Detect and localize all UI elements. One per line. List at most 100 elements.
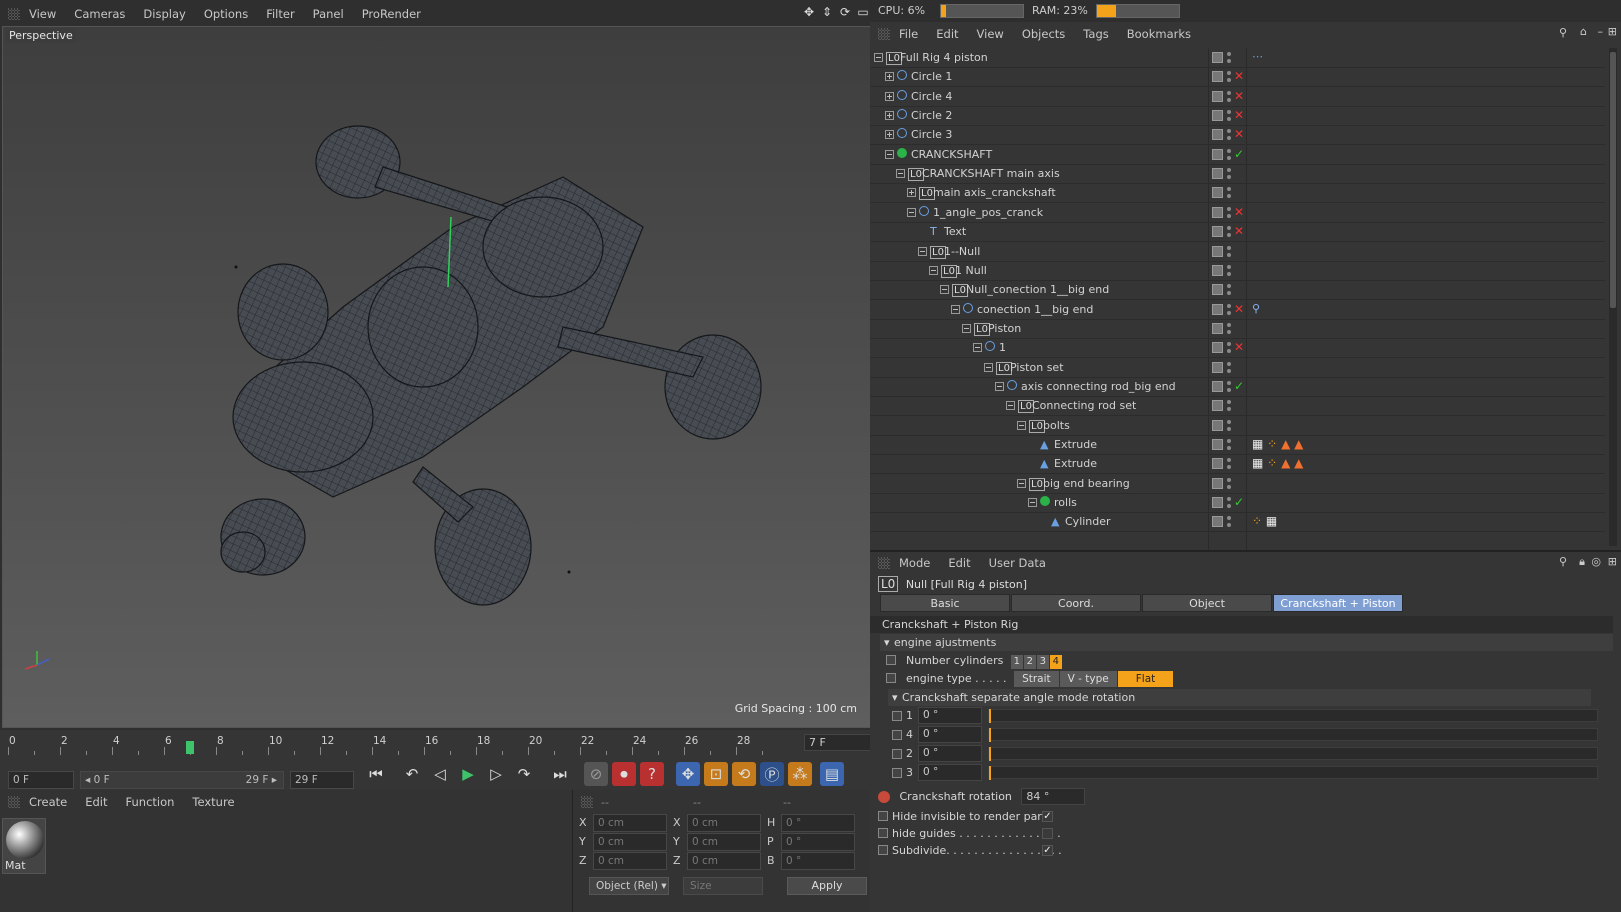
maximize-view-icon[interactable]: ▭ — [856, 5, 870, 19]
visibility-dots-icon[interactable] — [1227, 419, 1231, 432]
grip-icon[interactable] — [8, 8, 20, 20]
tab-basic[interactable]: Basic — [880, 594, 1010, 612]
coord-value-field[interactable]: 0 ° — [781, 833, 855, 851]
autokey-icon[interactable]: ? — [640, 762, 664, 786]
go-to-end-icon[interactable]: ⏭ — [548, 762, 572, 786]
play-icon[interactable]: ▶ — [456, 762, 480, 786]
cylinder-option-button[interactable]: 3 — [1036, 655, 1049, 669]
disabled-x-icon[interactable]: ✕ — [1234, 127, 1244, 141]
editor-visibility-icon[interactable] — [1212, 458, 1223, 470]
visibility-dots-icon[interactable] — [1227, 128, 1231, 141]
editor-visibility-icon[interactable] — [1212, 342, 1223, 354]
tree-row[interactable]: Circle 3 ✕ — [870, 125, 1605, 146]
coord-value-field[interactable]: 0 cm — [687, 833, 761, 851]
engine-type-button[interactable]: V - type — [1059, 671, 1117, 687]
editor-visibility-icon[interactable] — [1212, 516, 1223, 528]
warning-tag-icon[interactable]: ▲ — [1294, 437, 1303, 451]
cylinder-option-button[interactable]: 1 — [1010, 655, 1023, 669]
visibility-dots-icon[interactable] — [1227, 457, 1231, 470]
keyframe-icon[interactable] — [886, 655, 896, 665]
expand-toggle-icon[interactable] — [885, 91, 894, 101]
tree-row[interactable]: L0 Null_conection 1__big end — [870, 280, 1605, 301]
record-disabled-icon[interactable]: ⊘ — [584, 762, 608, 786]
am-menu-mode[interactable]: Mode — [890, 556, 939, 570]
expand-icon[interactable]: ⊞ — [1608, 25, 1617, 38]
visibility-dots-icon[interactable] — [1227, 283, 1231, 296]
expand-toggle-icon[interactable] — [874, 53, 883, 62]
editor-visibility-icon[interactable] — [1212, 400, 1223, 412]
xpresso-tag-icon[interactable]: ⋯ — [1252, 50, 1263, 63]
expand-icon[interactable]: ⊞ — [1608, 555, 1617, 568]
om-menu-tags[interactable]: Tags — [1074, 27, 1117, 41]
angle-slider[interactable] — [988, 728, 1598, 742]
editor-visibility-icon[interactable] — [1212, 439, 1223, 450]
current-frame-field[interactable]: 7 F — [804, 734, 872, 751]
visibility-dots-icon[interactable] — [1227, 225, 1231, 238]
grip-icon[interactable] — [581, 796, 593, 808]
editor-visibility-icon[interactable] — [1212, 206, 1223, 218]
keyframe-icon[interactable] — [878, 845, 888, 855]
om-menu-objects[interactable]: Objects — [1013, 27, 1074, 41]
cylinder-option-button[interactable]: 2 — [1023, 655, 1036, 669]
editor-visibility-icon[interactable] — [1212, 226, 1223, 238]
keyframe-icon[interactable] — [878, 811, 888, 821]
angle-value-field[interactable]: 0 ° — [918, 745, 982, 762]
visibility-dots-icon[interactable] — [1227, 515, 1231, 528]
tree-row[interactable]: Circle 2 ✕ — [870, 106, 1605, 127]
editor-visibility-icon[interactable] — [1212, 245, 1223, 257]
am-menu-edit[interactable]: Edit — [939, 556, 979, 570]
keyframe-icon[interactable] — [886, 673, 896, 683]
expand-toggle-icon[interactable] — [951, 304, 960, 314]
expand-toggle-icon[interactable] — [962, 323, 971, 333]
key-scale-icon[interactable]: ⊡ — [704, 762, 728, 786]
tree-row[interactable]: 1_angle_pos_cranck ✕ — [870, 203, 1605, 223]
timeline-ruler[interactable]: 0 2 4 6 8 10 12 14 16 18 20 22 24 26 28 — [8, 735, 796, 755]
disabled-x-icon[interactable]: ✕ — [1234, 205, 1244, 219]
timeline-playhead[interactable] — [186, 741, 194, 754]
range-slider[interactable]: ◂ 0 F 29 F ▸ — [80, 771, 284, 789]
keyframe-icon[interactable] — [892, 768, 902, 778]
visibility-dots-icon[interactable] — [1227, 477, 1231, 490]
engine-section-header[interactable]: ▾ engine ajustments — [880, 634, 1613, 651]
next-frame-icon[interactable]: ▷ — [484, 762, 508, 786]
coord-value-field[interactable]: 0 cm — [593, 814, 667, 832]
tree-row[interactable]: ▲ Cylinder ⁘ ▦ — [870, 512, 1605, 533]
editor-visibility-icon[interactable] — [1212, 129, 1223, 141]
texture-tag-icon[interactable]: ▦ — [1266, 514, 1277, 528]
expand-toggle-icon[interactable] — [1017, 478, 1026, 488]
editor-visibility-icon[interactable] — [1212, 90, 1223, 102]
vp-menu-display[interactable]: Display — [134, 7, 194, 21]
expand-toggle-icon[interactable] — [1006, 401, 1015, 411]
editor-visibility-icon[interactable] — [1212, 168, 1223, 180]
animated-keyframe-icon[interactable] — [878, 791, 890, 803]
expand-toggle-icon[interactable] — [918, 246, 927, 256]
option-checkbox[interactable]: ✓ — [1042, 811, 1053, 822]
tab-rig[interactable]: Cranckshaft + Piston Rig — [1273, 594, 1403, 628]
keyframe-icon[interactable] — [892, 749, 902, 759]
visibility-dots-icon[interactable] — [1227, 70, 1231, 83]
expand-toggle-icon[interactable] — [973, 343, 982, 353]
editor-visibility-icon[interactable] — [1212, 110, 1223, 122]
om-menu-edit[interactable]: Edit — [927, 27, 967, 41]
expand-toggle-icon[interactable] — [907, 207, 916, 217]
key-rotation-icon[interactable]: ⟲ — [732, 762, 756, 786]
coord-value-field[interactable]: 0 ° — [781, 852, 855, 870]
crank-rotation-field[interactable]: 84 ° — [1021, 788, 1086, 805]
phong-tag-icon[interactable]: ⁘ — [1267, 456, 1277, 470]
expand-toggle-icon[interactable] — [929, 265, 938, 275]
editor-visibility-icon[interactable] — [1212, 361, 1223, 373]
angle-slider[interactable] — [988, 747, 1598, 761]
visibility-dots-icon[interactable] — [1227, 322, 1231, 335]
tree-row[interactable]: L0 1--Null — [870, 242, 1605, 262]
tree-row[interactable]: L0 Piston set — [870, 358, 1605, 378]
engine-type-button[interactable]: Strait — [1014, 671, 1059, 687]
go-to-start-icon[interactable]: ⏮ — [364, 762, 388, 786]
visibility-dots-icon[interactable] — [1227, 361, 1231, 374]
visibility-dots-icon[interactable] — [1227, 90, 1231, 103]
tree-row[interactable]: L0 Connecting rod set — [870, 396, 1605, 417]
visibility-dots-icon[interactable] — [1227, 341, 1231, 354]
phong-tag-icon[interactable]: ⁘ — [1267, 437, 1277, 451]
enabled-check-icon[interactable]: ✓ — [1234, 379, 1244, 393]
editor-visibility-icon[interactable] — [1212, 187, 1223, 199]
visibility-dots-icon[interactable] — [1227, 496, 1231, 509]
